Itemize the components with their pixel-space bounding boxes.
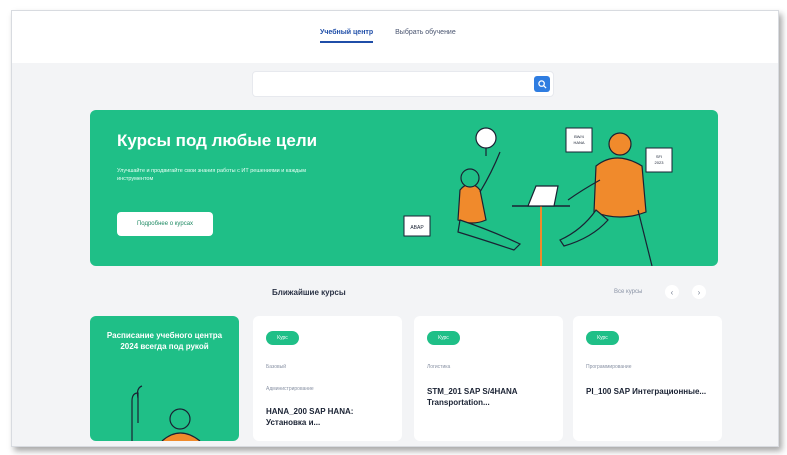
schedule-promo-card[interactable]: Расписание учебного центра 2024 всегда п… xyxy=(90,316,239,441)
prev-button[interactable]: ‹ xyxy=(665,285,679,299)
tag-card-sfi: SFI 2023 xyxy=(645,147,673,173)
course-title: STM_201 SAP S/4HANA Transportation... xyxy=(427,387,518,407)
nav-tabs: Учебный центр Выбрать обучение xyxy=(320,29,456,43)
course-card-2[interactable]: Курс Логистика STM_201 SAP S/4HANA Trans… xyxy=(414,316,563,441)
search-icon xyxy=(537,79,547,89)
course-badge: Курс xyxy=(266,331,299,345)
browser-frame: Учебный центр Выбрать обучение Курсы под… xyxy=(11,10,779,447)
tag-card-abap: ABAP xyxy=(403,215,431,237)
top-navigation: Учебный центр Выбрать обучение xyxy=(12,11,778,63)
chevron-right-icon: › xyxy=(697,287,701,297)
svg-text:ABAP: ABAP xyxy=(410,225,424,231)
lightbulb-icon xyxy=(475,127,497,156)
tab-choose-training[interactable]: Выбрать обучение xyxy=(395,29,456,43)
table-illustration xyxy=(512,185,570,266)
course-level: Базовый xyxy=(266,364,287,370)
all-courses-link[interactable]: Все курсы xyxy=(614,289,642,295)
course-card-1[interactable]: Курс Базовый Администрирование HANA_200 … xyxy=(253,316,402,441)
courses-details-button[interactable]: Подробнее о курсах xyxy=(117,212,213,236)
course-category: Администрирование xyxy=(266,386,314,392)
search-button[interactable] xyxy=(534,76,550,92)
svg-text:2023: 2023 xyxy=(655,160,665,165)
upcoming-courses-title: Ближайшие курсы xyxy=(272,288,346,297)
course-card-3[interactable]: Курс Программирование PI_100 SAP Интегра… xyxy=(573,316,722,441)
svg-text:SFI: SFI xyxy=(656,154,662,159)
course-category: Логистика xyxy=(427,364,451,370)
svg-text:BW/4: BW/4 xyxy=(574,134,585,139)
hero-title: Курсы под любые цели xyxy=(117,131,318,150)
hero-banner: Курсы под любые цели Улучшайте и продвиг… xyxy=(90,110,718,266)
next-button[interactable]: › xyxy=(692,285,706,299)
search-bar xyxy=(252,71,554,97)
promo-illustration xyxy=(131,385,201,441)
course-badge: Курс xyxy=(586,331,619,345)
tab-training-center[interactable]: Учебный центр xyxy=(320,29,374,43)
course-badge: Курс xyxy=(427,331,460,345)
man-figure xyxy=(559,132,653,266)
woman-figure xyxy=(457,151,522,251)
tag-card-bw4hana: BW/4 HANA xyxy=(565,127,593,153)
search-input[interactable] xyxy=(253,72,531,96)
hero-illustration: ABAP BW/4 HANA SFI 2023 xyxy=(403,127,673,266)
svg-text:HANA: HANA xyxy=(573,140,584,145)
chevron-left-icon: ‹ xyxy=(670,287,674,297)
hero-subtitle: Улучшайте и продвигайте свои знания рабо… xyxy=(117,168,307,182)
course-title: PI_100 SAP Интеграционные... xyxy=(586,387,707,396)
course-category: Программирование xyxy=(586,364,632,370)
course-title: HANA_200 SAP HANA: Установка и... xyxy=(266,407,354,427)
